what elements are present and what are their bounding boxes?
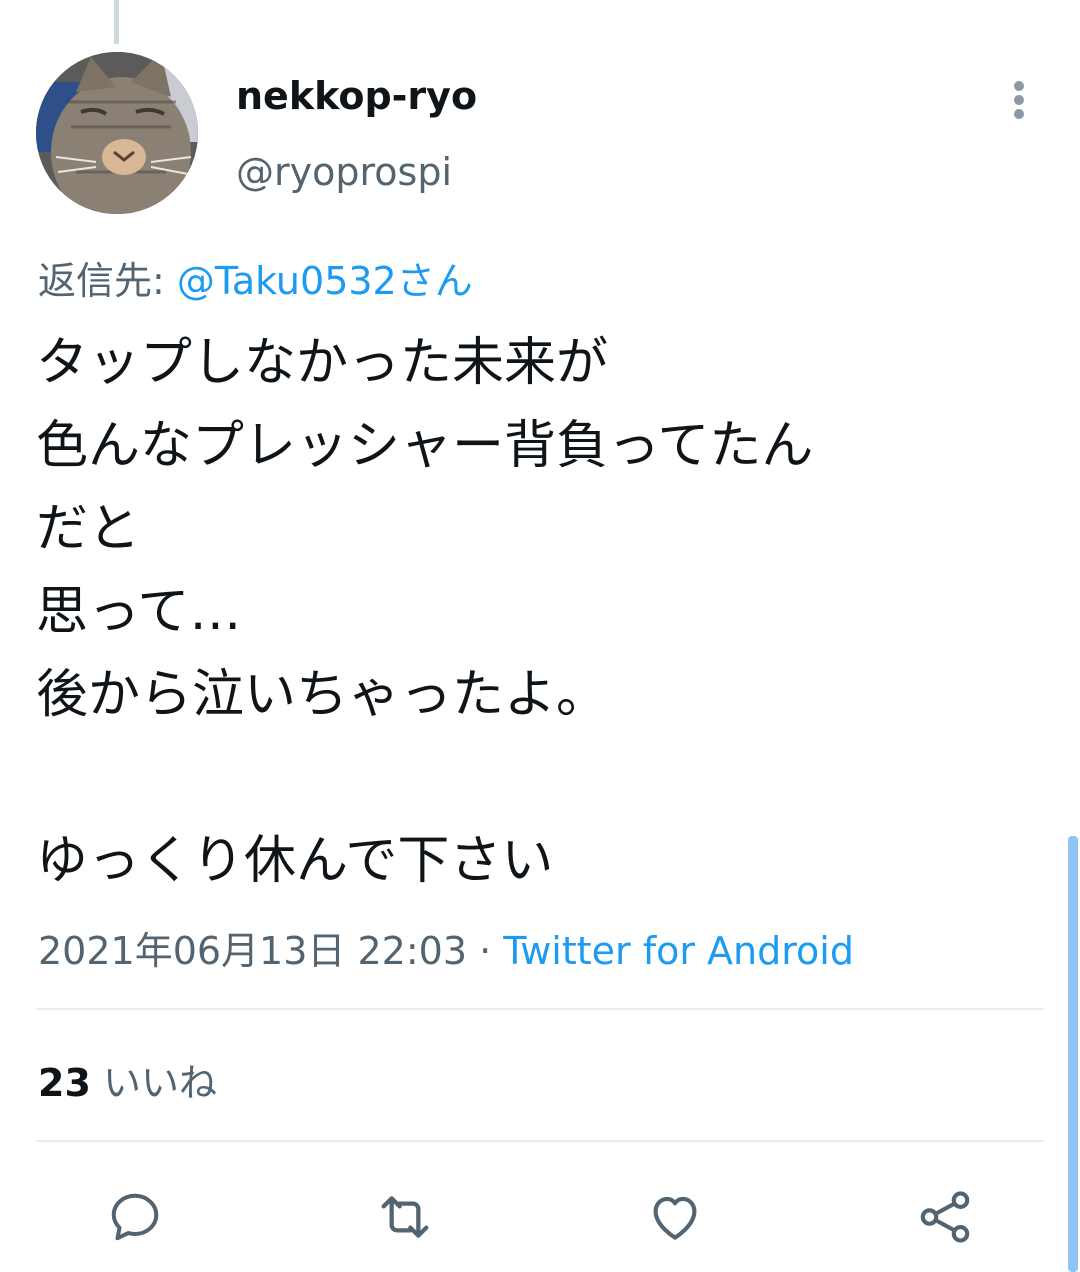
share-button[interactable] [910, 1182, 980, 1252]
reply-to-prefix: 返信先: [38, 259, 177, 303]
retweet-button[interactable] [370, 1182, 440, 1252]
reply-button[interactable] [100, 1182, 170, 1252]
display-name[interactable]: nekkop-ryo [236, 74, 477, 118]
share-icon [920, 1191, 970, 1243]
reply-to-mention[interactable]: @Taku0532さん [177, 259, 473, 303]
thread-connector-line [114, 0, 119, 44]
tweet-text-line: 思って… [36, 582, 242, 642]
tweet-timestamp[interactable]: 2021年06月13日 22:03 [38, 929, 467, 973]
tweet-source[interactable]: Twitter for Android [503, 929, 854, 973]
retweet-icon [381, 1196, 429, 1238]
likes-number: 23 [38, 1061, 91, 1105]
divider [36, 1008, 1044, 1010]
cat-avatar-icon [36, 52, 198, 214]
reply-to-line: 返信先: @Taku0532さん [38, 250, 473, 305]
tweet-text-line: 色んなプレッシャー背負ってたん [36, 416, 814, 476]
tweet-meta: 2021年06月13日 22:03 · Twitter for Android [38, 920, 854, 975]
user-avatar[interactable] [36, 52, 198, 214]
divider [36, 1140, 1044, 1142]
scrollbar[interactable] [1068, 836, 1078, 1272]
like-icon [653, 1196, 697, 1240]
tweet-text-line: タップしなかった未来が [36, 333, 609, 393]
meta-separator: · [467, 929, 504, 973]
likes-count[interactable]: 23 いいね [38, 1052, 217, 1107]
tweet-text-line [36, 737, 1046, 820]
like-button[interactable] [640, 1182, 710, 1252]
more-vertical-icon [1014, 81, 1024, 119]
user-handle[interactable]: @ryoprospi [236, 150, 452, 194]
likes-label: いいね [90, 1061, 217, 1105]
reply-icon [111, 1193, 159, 1241]
more-options-button[interactable] [1004, 78, 1034, 122]
tweet-text-line: 後から泣いちゃったよ。 [36, 665, 609, 725]
tweet-text-line: だと [36, 499, 141, 559]
tweet-text: タップしなかった未来が 色んなプレッシャー背負ってたん だと 思って… 後から泣… [36, 322, 1046, 903]
tweet-text-line: ゆっくり休んで下さい [36, 831, 554, 891]
